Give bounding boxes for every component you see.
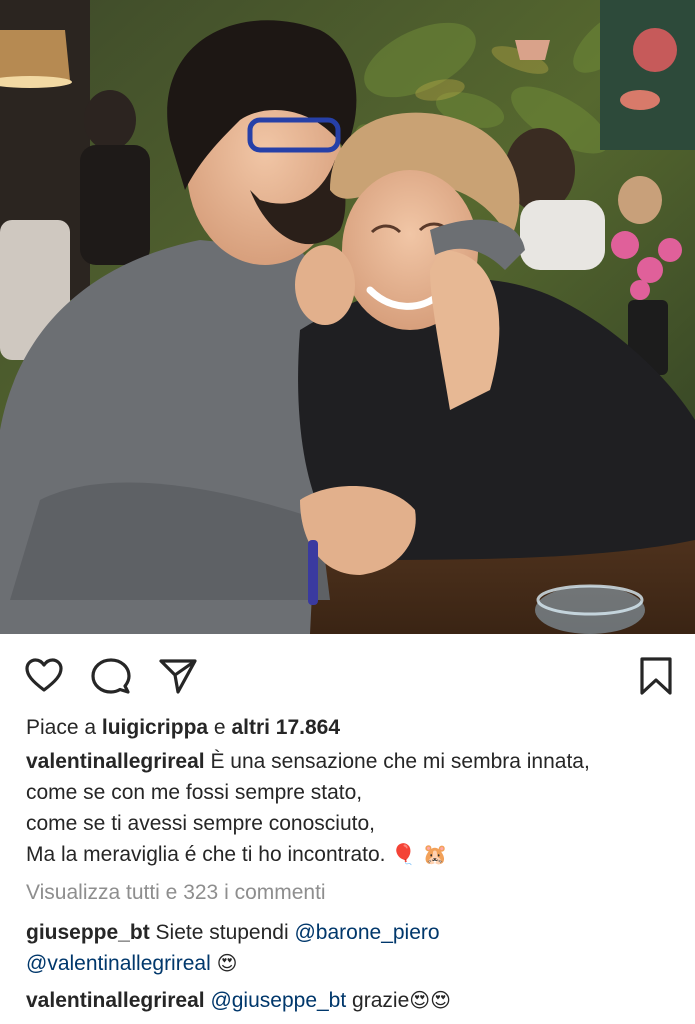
comment-bubble-icon bbox=[91, 658, 131, 694]
likes-prefix: Piace a bbox=[26, 716, 97, 739]
view-all-comments-link[interactable]: Visualizza tutti e 323 i commenti bbox=[26, 877, 681, 908]
caption-username-link[interactable]: valentinallegrireal bbox=[26, 750, 205, 773]
comment-item: giuseppe_bt Siete stupendi @barone_piero… bbox=[26, 917, 681, 979]
comment-emoji: 😍😍 bbox=[409, 988, 451, 1012]
likes-conjunction: e bbox=[213, 716, 226, 739]
post-photo[interactable] bbox=[0, 0, 695, 634]
post-photo-image bbox=[0, 0, 695, 634]
liked-by-user-link[interactable]: luigicrippa bbox=[102, 716, 208, 739]
comment-username-link[interactable]: valentinallegrireal bbox=[26, 989, 205, 1012]
comment-mention-link[interactable]: @giuseppe_bt bbox=[210, 989, 346, 1012]
caption-line-2: come se con me fossi sempre stato, bbox=[26, 781, 363, 804]
share-button[interactable] bbox=[156, 654, 200, 698]
comment-mention-link[interactable]: @barone_piero bbox=[294, 921, 439, 944]
bookmark-icon bbox=[640, 657, 672, 695]
comment-text: grazie bbox=[352, 989, 410, 1012]
comment-username-link[interactable]: giuseppe_bt bbox=[26, 921, 150, 944]
paper-plane-icon bbox=[159, 659, 197, 694]
comment-emoji: 😍 bbox=[216, 951, 238, 975]
caption-line-4: Ma la meraviglia é che ti ho incontrato. bbox=[26, 843, 386, 866]
comment-text: Siete stupendi bbox=[155, 921, 289, 944]
save-button[interactable] bbox=[634, 654, 678, 698]
caption-emoji: 🎈 🐹 bbox=[391, 842, 448, 866]
like-button[interactable] bbox=[22, 654, 66, 698]
post-caption: valentinallegrireal È una sensazione che… bbox=[26, 746, 681, 870]
comment-mention-link[interactable]: @valentinallegrireal bbox=[26, 952, 211, 975]
caption-line-1: È una sensazione che mi sembra innata, bbox=[210, 750, 590, 773]
comment-button[interactable] bbox=[89, 654, 133, 698]
likes-summary: Piace a luigicrippa e altri 17.864 bbox=[26, 712, 681, 743]
heart-icon bbox=[25, 658, 63, 692]
comment-item: valentinallegrireal @giuseppe_bt grazie😍… bbox=[26, 985, 681, 1016]
caption-line-3: come se ti avessi sempre conosciuto, bbox=[26, 812, 375, 835]
post-details: Piace a luigicrippa e altri 17.864 valen… bbox=[26, 712, 681, 1016]
likes-count-link[interactable]: altri 17.864 bbox=[231, 716, 340, 739]
action-bar bbox=[0, 634, 695, 716]
